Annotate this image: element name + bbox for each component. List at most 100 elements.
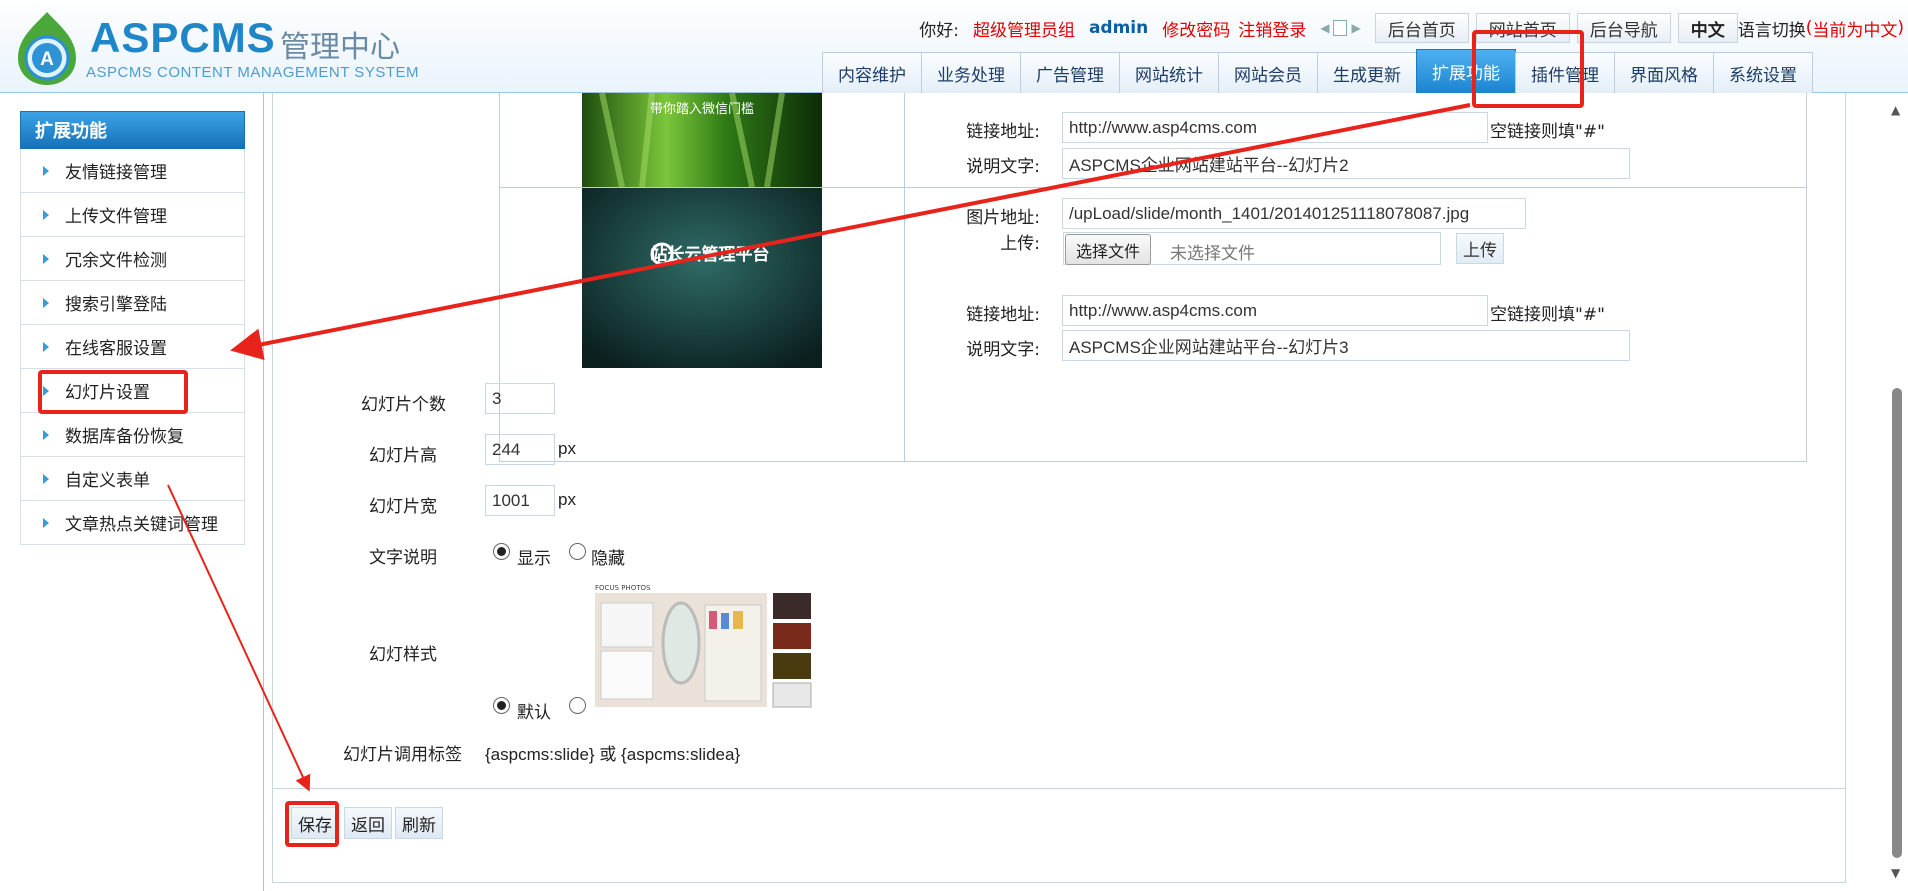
slide-width-label: 幻灯片宽 bbox=[369, 497, 437, 517]
arrow-right-icon bbox=[43, 517, 49, 528]
link-hint: 空链接则填"#" bbox=[1490, 305, 1605, 325]
lang-paren-close: ) bbox=[1897, 18, 1904, 38]
chinese-lang-button[interactable]: 中文 bbox=[1677, 13, 1738, 43]
no-file-label: 未选择文件 bbox=[1170, 244, 1255, 264]
img-label: 图片地址: bbox=[966, 208, 1040, 228]
arrow-right-icon bbox=[43, 429, 49, 440]
tab-business[interactable]: 业务处理 bbox=[921, 52, 1021, 93]
aspcms-logo-icon: A bbox=[18, 12, 76, 85]
sidebar-item-label: 数据库备份恢复 bbox=[65, 427, 184, 447]
sidebar-item-redundant-files[interactable]: 冗余文件检测 bbox=[20, 237, 245, 281]
annotation-box-extensions-tab bbox=[1472, 30, 1584, 108]
admin-nav-button[interactable]: 后台导航 bbox=[1576, 13, 1671, 43]
change-password-link[interactable]: 修改密码 bbox=[1162, 16, 1230, 41]
width-unit: px bbox=[558, 490, 576, 509]
sidebar-item-search-engine[interactable]: 搜索引擎登陆 bbox=[20, 281, 245, 325]
slide-tag-label: 幻灯片调用标签 bbox=[343, 745, 462, 765]
slide-row-3: 站长云管理平台 图片地址: /upLoad/slide/month_1401/2… bbox=[500, 188, 1806, 463]
slide-tag-value: {aspcms:slide} 或 {aspcms:slidea} bbox=[485, 745, 741, 764]
style-default-radio[interactable] bbox=[493, 697, 510, 714]
back-button[interactable]: 返回 bbox=[344, 807, 392, 839]
scroll-down-icon[interactable]: ▼ bbox=[1891, 866, 1900, 880]
lang-paren-open: ( bbox=[1805, 18, 1813, 38]
hide-radio[interactable] bbox=[569, 543, 586, 560]
hide-label: 隐藏 bbox=[591, 549, 625, 569]
tab-members[interactable]: 网站会员 bbox=[1218, 52, 1318, 93]
sidebar-item-label: 上传文件管理 bbox=[65, 207, 167, 227]
arrow-right-icon bbox=[43, 341, 49, 352]
slide-count-input[interactable]: 3 bbox=[485, 383, 555, 414]
username-link[interactable]: admin bbox=[1089, 18, 1148, 38]
slide-height-input[interactable]: 244 bbox=[485, 434, 555, 465]
upload-button[interactable]: 上传 bbox=[1456, 233, 1504, 264]
annotation-box-slideshow bbox=[38, 370, 188, 414]
tab-stats[interactable]: 网站统计 bbox=[1119, 52, 1219, 93]
sidebar-item-label: 在线客服设置 bbox=[65, 339, 167, 359]
arrow-right-icon bbox=[43, 209, 49, 220]
arrow-right-icon bbox=[43, 165, 49, 176]
slides-table: 带你踏入微信门槛 链接地址: http://www.asp4cms.com 空链… bbox=[499, 93, 1807, 462]
slide-3-desc-input[interactable]: ASPCMS企业网站建站平台--幻灯片3 bbox=[1062, 330, 1630, 361]
sidebar-title: 扩展功能 bbox=[20, 111, 245, 149]
nav-scroller[interactable]: ◀ ▶ bbox=[1320, 20, 1361, 36]
sidebar-item-label: 文章热点关键词管理 bbox=[65, 515, 218, 535]
desc-label: 说明文字: bbox=[966, 157, 1040, 177]
sidebar-item-online-service[interactable]: 在线客服设置 bbox=[20, 325, 245, 369]
arrow-right-icon bbox=[43, 473, 49, 484]
sidebar-item-links[interactable]: 友情链接管理 bbox=[20, 149, 245, 193]
scroll-up-icon[interactable]: ▲ bbox=[1891, 103, 1900, 117]
show-label: 显示 bbox=[517, 549, 551, 569]
brand-cn-title: 管理中心 bbox=[280, 30, 400, 65]
sidebar-item-custom-form[interactable]: 自定义表单 bbox=[20, 457, 245, 501]
height-unit: px bbox=[558, 439, 576, 458]
scroll-left-icon[interactable]: ◀ bbox=[1320, 21, 1329, 35]
svg-text:A: A bbox=[40, 49, 54, 70]
show-radio[interactable] bbox=[493, 543, 510, 560]
slide-row-2: 带你踏入微信门槛 链接地址: http://www.asp4cms.com 空链… bbox=[500, 93, 1806, 188]
sidebar-item-hot-keywords[interactable]: 文章热点关键词管理 bbox=[20, 501, 245, 545]
slide-count-label: 幻灯片个数 bbox=[361, 395, 446, 415]
style-preview-caption: FOCUS PHOTOS bbox=[595, 584, 651, 592]
style-focus-radio[interactable] bbox=[569, 697, 586, 714]
slide-height-label: 幻灯片高 bbox=[369, 446, 437, 466]
style-default-label: 默认 bbox=[517, 703, 551, 723]
logout-link[interactable]: 注销登录 bbox=[1238, 16, 1306, 41]
slide-2-link-input[interactable]: http://www.asp4cms.com bbox=[1062, 112, 1488, 143]
sidebar-item-label: 友情链接管理 bbox=[65, 163, 167, 183]
slide-2-desc-input[interactable]: ASPCMS企业网站建站平台--幻灯片2 bbox=[1062, 148, 1630, 179]
main-divider bbox=[263, 93, 264, 891]
tab-generate[interactable]: 生成更新 bbox=[1317, 52, 1417, 93]
tab-settings[interactable]: 系统设置 bbox=[1713, 52, 1813, 93]
admin-home-button[interactable]: 后台首页 bbox=[1374, 13, 1469, 43]
refresh-button[interactable]: 刷新 bbox=[395, 807, 443, 839]
content-inner-border bbox=[273, 788, 1845, 789]
slide-style-label: 幻灯样式 bbox=[369, 645, 437, 665]
link-label: 链接地址: bbox=[966, 305, 1040, 325]
app-window: A ASPCMS 管理中心 ASPCMS CONTENT MANAGEMENT … bbox=[0, 0, 1908, 891]
tab-ads[interactable]: 广告管理 bbox=[1020, 52, 1120, 93]
tab-content[interactable]: 内容维护 bbox=[822, 52, 922, 93]
tab-styles[interactable]: 界面风格 bbox=[1614, 52, 1714, 93]
scrollbar-thumb[interactable] bbox=[1892, 388, 1902, 858]
slide-3-thumbnail: 站长云管理平台 bbox=[582, 188, 822, 368]
sidebar-item-db-backup[interactable]: 数据库备份恢复 bbox=[20, 413, 245, 457]
slide-3-image-input[interactable]: /upLoad/slide/month_1401/201401251118078… bbox=[1062, 198, 1526, 229]
text-desc-label: 文字说明 bbox=[369, 548, 437, 568]
lang-switch-label: 语言切换 bbox=[1737, 20, 1806, 41]
arrow-right-icon bbox=[43, 253, 49, 264]
sidebar-item-label: 搜索引擎登陆 bbox=[65, 295, 167, 315]
scrollbar[interactable]: ▲ ▼ bbox=[1886, 93, 1908, 891]
slide-3-link-input[interactable]: http://www.asp4cms.com bbox=[1062, 295, 1488, 326]
main-nav: 内容维护 业务处理 广告管理 网站统计 网站会员 生成更新 扩展功能 插件管理 … bbox=[822, 49, 1813, 93]
greeting-label: 你好: bbox=[919, 20, 959, 41]
slide-width-input[interactable]: 1001 bbox=[485, 485, 555, 516]
main-content: 带你踏入微信门槛 链接地址: http://www.asp4cms.com 空链… bbox=[272, 93, 1846, 883]
scroll-right-icon[interactable]: ▶ bbox=[1351, 21, 1360, 35]
scroller-box bbox=[1333, 20, 1348, 36]
role-link[interactable]: 超级管理员组 bbox=[973, 16, 1075, 41]
choose-file-button[interactable]: 选择文件 bbox=[1065, 234, 1152, 265]
sidebar-item-label: 冗余文件检测 bbox=[65, 251, 167, 271]
sidebar-item-uploads[interactable]: 上传文件管理 bbox=[20, 193, 245, 237]
top-toolbar: 你好: 超级管理员组 admin 修改密码 注销登录 ◀ ▶ 后台首页 网站首页… bbox=[919, 13, 1904, 43]
slide-2-thumb-text: 带你踏入微信门槛 bbox=[650, 102, 754, 117]
